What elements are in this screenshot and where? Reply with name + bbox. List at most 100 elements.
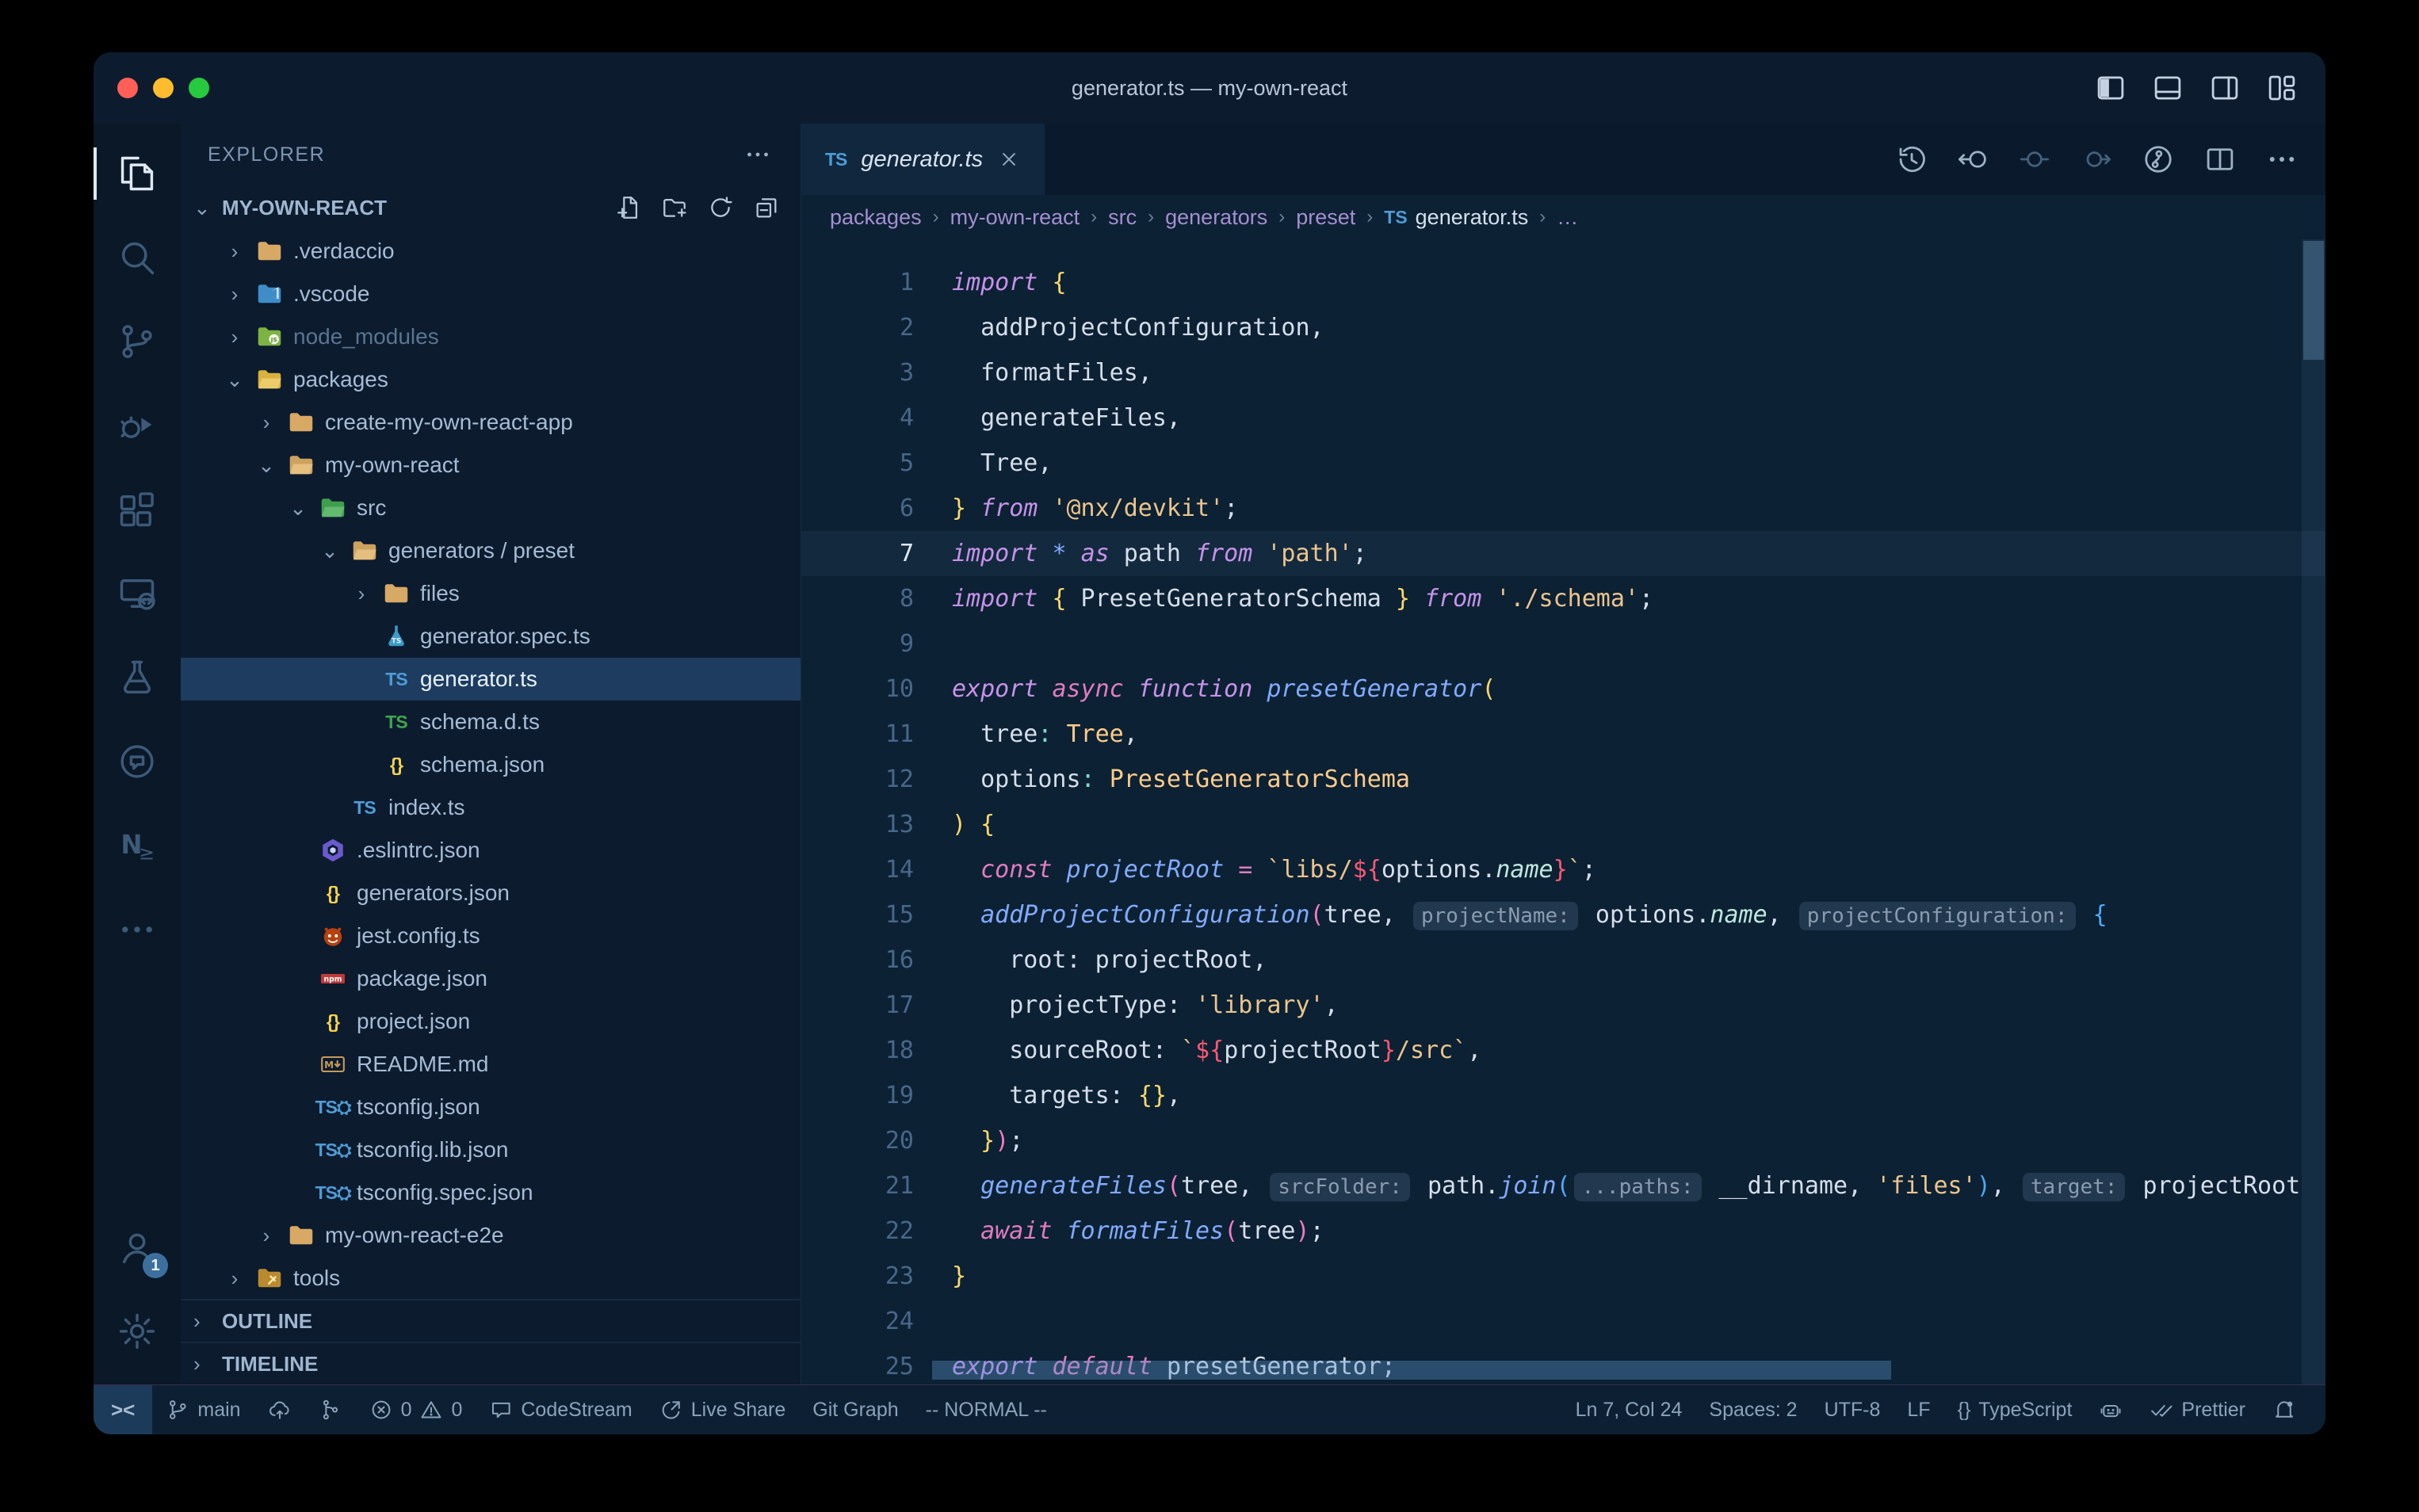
tree-item-tsconfig-spec-json[interactable]: TS⛭tsconfig.spec.json bbox=[181, 1171, 801, 1214]
tree-item-my-own-react-e2e[interactable]: ›my-own-react-e2e bbox=[181, 1214, 801, 1257]
status-git-branch[interactable]: main bbox=[152, 1385, 254, 1434]
activity-item-explorer[interactable] bbox=[94, 132, 181, 216]
activity-item-extensions[interactable] bbox=[94, 468, 181, 552]
toggle-secondary-sidebar-icon[interactable] bbox=[2208, 71, 2241, 105]
tree-item-schema-json[interactable]: {}schema.json bbox=[181, 743, 801, 786]
status-language-mode[interactable]: {}TypeScript bbox=[1944, 1385, 2086, 1434]
tab-generator-ts[interactable]: TS generator.ts bbox=[801, 124, 1045, 195]
zoom-window-button[interactable] bbox=[189, 78, 209, 98]
activity-item-search[interactable] bbox=[94, 216, 181, 300]
timeline-section[interactable]: › TIMELINE bbox=[181, 1342, 801, 1384]
tree-item-schema-d-ts[interactable]: TSschema.d.ts bbox=[181, 701, 801, 743]
tree-item-project-json[interactable]: {}project.json bbox=[181, 1000, 801, 1043]
activity-item-run-and-debug[interactable] bbox=[94, 384, 181, 468]
code-token: { bbox=[1052, 269, 1066, 296]
status-pipeline-status[interactable] bbox=[305, 1385, 356, 1434]
tree-item-tsconfig-lib-json[interactable]: TS⛭tsconfig.lib.json bbox=[181, 1128, 801, 1171]
collapse-folders-icon[interactable] bbox=[753, 194, 780, 221]
toggle-panel-icon[interactable] bbox=[2151, 71, 2184, 105]
activity-item-settings[interactable] bbox=[94, 1289, 181, 1373]
status-git-graph[interactable]: Git Graph bbox=[799, 1385, 911, 1434]
status-problems[interactable]: 00 bbox=[356, 1385, 476, 1434]
code-token bbox=[1252, 540, 1267, 567]
minimize-window-button[interactable] bbox=[153, 78, 174, 98]
tree-item-tsconfig-json[interactable]: TS⛭tsconfig.json bbox=[181, 1086, 801, 1128]
status-indentation[interactable]: Spaces: 2 bbox=[1695, 1385, 1810, 1434]
vertical-scrollbar-thumb[interactable] bbox=[2303, 241, 2324, 360]
code-token: . bbox=[1481, 856, 1496, 884]
local-history-icon[interactable] bbox=[1894, 143, 1928, 176]
code-token: targets bbox=[952, 1082, 1110, 1109]
activity-item-remote-explorer[interactable] bbox=[94, 552, 181, 636]
tree-item-index-ts[interactable]: TSindex.ts bbox=[181, 786, 801, 829]
horizontal-scrollbar[interactable] bbox=[932, 1361, 1891, 1380]
outline-section[interactable]: › OUTLINE bbox=[181, 1299, 801, 1342]
status-notifications[interactable] bbox=[2259, 1385, 2310, 1434]
activity-item-nx-console[interactable]: N≥ bbox=[94, 804, 181, 888]
tree-item-generators-json[interactable]: {}generators.json bbox=[181, 872, 801, 914]
tree-item-jest-config-ts[interactable]: jest.config.ts bbox=[181, 914, 801, 957]
vertical-scrollbar-track[interactable] bbox=[2302, 239, 2325, 1384]
status-live-share[interactable]: Live Share bbox=[646, 1385, 800, 1434]
status-sync-changes[interactable] bbox=[254, 1385, 305, 1434]
explorer-more-actions-icon[interactable] bbox=[743, 140, 772, 169]
next-change-icon[interactable] bbox=[2080, 143, 2113, 176]
close-window-button[interactable] bbox=[117, 78, 138, 98]
tree-item-files[interactable]: ›files bbox=[181, 572, 801, 615]
split-editor-icon[interactable] bbox=[2203, 143, 2237, 176]
tree-item-generator-ts[interactable]: TSgenerator.ts bbox=[181, 658, 801, 701]
code-token: /src` bbox=[1396, 1037, 1467, 1064]
status-eol[interactable]: LF bbox=[1894, 1385, 1943, 1434]
tree-item-vscode[interactable]: ›.vscode bbox=[181, 273, 801, 315]
breadcrumb-item-src[interactable]: src bbox=[1108, 205, 1137, 230]
status-codestream[interactable]: CodeStream bbox=[476, 1385, 645, 1434]
activity-item-codestream[interactable] bbox=[94, 720, 181, 804]
code-editor[interactable]: 1234567891011121314151617181920212223242… bbox=[801, 239, 2325, 1384]
activity-item-source-control[interactable] bbox=[94, 300, 181, 384]
git-actions-icon[interactable] bbox=[2142, 143, 2175, 176]
open-previous-change-icon[interactable] bbox=[1956, 143, 1989, 176]
status-cursor-position[interactable]: Ln 7, Col 24 bbox=[1562, 1385, 1696, 1434]
new-folder-icon[interactable] bbox=[661, 194, 688, 221]
status-vim-mode[interactable]: -- NORMAL -- bbox=[912, 1385, 1060, 1434]
toggle-primary-sidebar-icon[interactable] bbox=[2094, 71, 2127, 105]
tree-item-create-my-own-react-app[interactable]: ›create-my-own-react-app bbox=[181, 401, 801, 444]
status-prettier[interactable]: Prettier bbox=[2136, 1385, 2259, 1434]
vscode-window: generator.ts — my-own-react N≥1 EXPLORER… bbox=[94, 52, 2325, 1434]
tree-item-generators-preset[interactable]: ⌄generators / preset bbox=[181, 529, 801, 572]
customize-layout-icon[interactable] bbox=[2265, 71, 2299, 105]
breadcrumb-item-packages[interactable]: packages bbox=[830, 205, 922, 230]
tree-item-verdaccio[interactable]: ›.verdaccio bbox=[181, 230, 801, 273]
tree-item-package-json[interactable]: npmpackage.json bbox=[181, 957, 801, 1000]
refresh-explorer-icon[interactable] bbox=[707, 194, 734, 221]
workspace-section-header[interactable]: ⌄ MY-OWN-REACT bbox=[181, 185, 801, 230]
breadcrumb-item-my-own-react[interactable]: my-own-react bbox=[950, 205, 1080, 230]
tree-item-eslintrc-json[interactable]: .eslintrc.json bbox=[181, 829, 801, 872]
status-copilot[interactable] bbox=[2085, 1385, 2136, 1434]
chevron-right-icon: › bbox=[224, 325, 246, 349]
more-editor-actions-icon[interactable] bbox=[2265, 143, 2299, 176]
code-token bbox=[1038, 540, 1052, 567]
tree-item-label: create-my-own-react-app bbox=[325, 410, 573, 435]
activity-item-testing[interactable] bbox=[94, 636, 181, 720]
close-tab-icon[interactable] bbox=[997, 147, 1021, 171]
tree-item-node-modules[interactable]: ›JSnode_modules bbox=[181, 315, 801, 358]
status-encoding[interactable]: UTF-8 bbox=[1811, 1385, 1894, 1434]
new-file-icon[interactable] bbox=[615, 194, 642, 221]
tree-item-my-own-react[interactable]: ⌄my-own-react bbox=[181, 444, 801, 487]
tree-item-generator-spec-ts[interactable]: TSgenerator.spec.ts bbox=[181, 615, 801, 658]
tree-item-packages[interactable]: ⌄packages bbox=[181, 358, 801, 401]
previous-change-icon[interactable] bbox=[2018, 143, 2051, 176]
code-token: ${ bbox=[1353, 856, 1381, 884]
breadcrumb-item-file[interactable]: TSgenerator.ts bbox=[1384, 205, 1528, 230]
tree-item-readme-md[interactable]: MREADME.md bbox=[181, 1043, 801, 1086]
activity-item-accounts[interactable]: 1 bbox=[94, 1205, 181, 1289]
tree-item-tools[interactable]: ›tools bbox=[181, 1257, 801, 1299]
live-share-icon bbox=[659, 1398, 683, 1422]
breadcrumb-overflow[interactable]: … bbox=[1557, 205, 1578, 230]
status-remote-indicator[interactable]: >< bbox=[94, 1385, 152, 1434]
breadcrumb-item-generators[interactable]: generators bbox=[1165, 205, 1267, 230]
tree-item-src[interactable]: ⌄src bbox=[181, 487, 801, 529]
breadcrumb-item-preset[interactable]: preset bbox=[1296, 205, 1355, 230]
activity-item-additional-views[interactable] bbox=[94, 888, 181, 972]
